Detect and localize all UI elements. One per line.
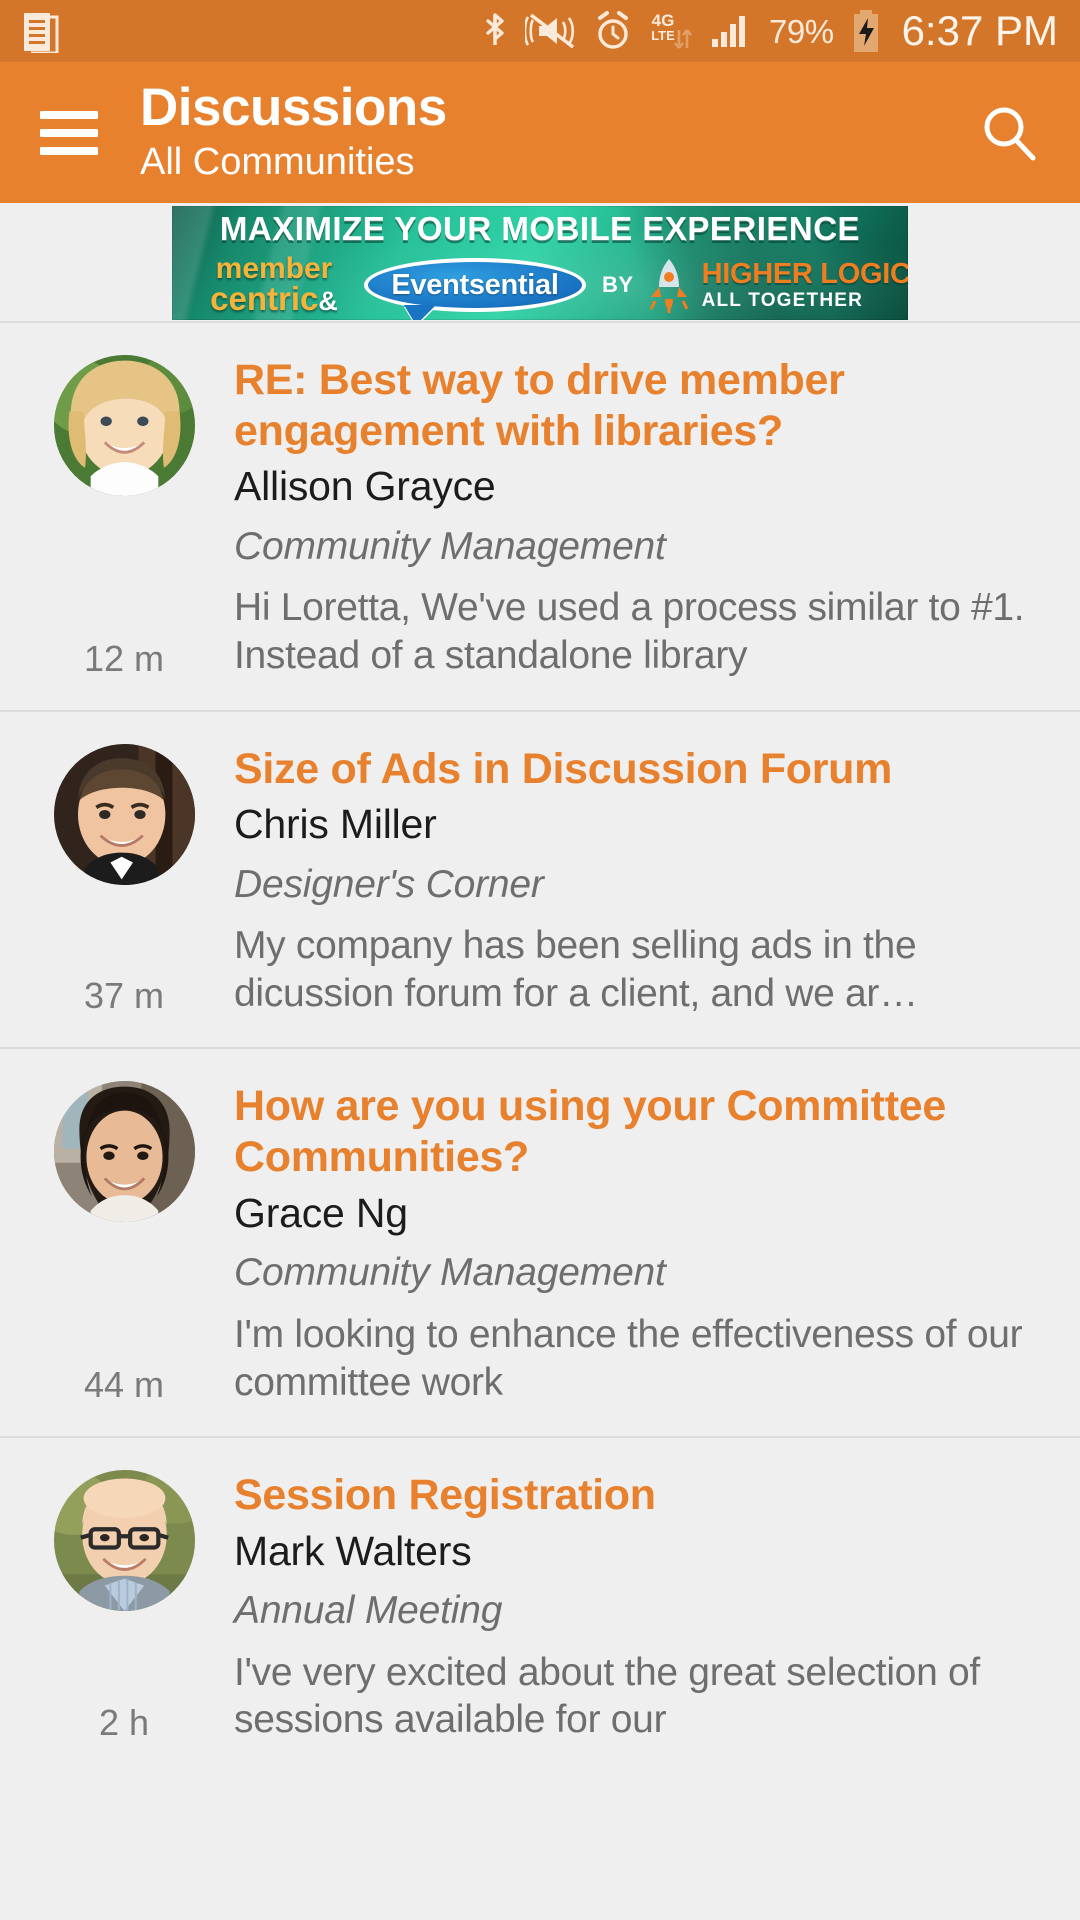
ad-brand-label: HIGHER LOGIC xyxy=(701,258,908,290)
discussion-snippet: I've very excited about the great select… xyxy=(234,1650,980,1742)
row-content: Session Registration Mark Walters Annual… xyxy=(212,1470,1044,1744)
row-left-column: 12 m xyxy=(36,355,212,680)
avatar xyxy=(53,1081,195,1223)
rocket-icon xyxy=(646,257,692,313)
discussion-title[interactable]: Size of Ads in Discussion Forum xyxy=(234,744,1044,795)
ad-brand-logo: HIGHER LOGIC ALL TOGETHER xyxy=(701,258,908,311)
ad-member-label: member xyxy=(215,251,333,285)
discussion-author: Allison Grayce xyxy=(234,463,496,510)
ad-tagline-label: ALL TOGETHER xyxy=(701,290,864,311)
timestamp: 44 m xyxy=(83,1364,165,1406)
battery-charging-icon xyxy=(853,10,878,52)
mute-vibrate-icon xyxy=(525,13,575,49)
row-content: RE: Best way to drive member engagement … xyxy=(212,355,1044,680)
signal-bars-icon xyxy=(712,16,746,47)
discussion-snippet: Hi Loretta, We've used a process similar… xyxy=(234,586,1025,678)
discussion-community: Community Management xyxy=(234,1251,666,1295)
table-row[interactable]: 2 h Session Registration Mark Walters An… xyxy=(0,1436,1080,1774)
ad-headline: MAXIMIZE YOUR MOBILE EXPERIENCE xyxy=(219,210,861,247)
search-icon[interactable] xyxy=(972,96,1046,170)
ad-product-bubble: Eventsential xyxy=(364,258,586,312)
table-row[interactable]: 12 m RE: Best way to drive member engage… xyxy=(0,321,1080,710)
discussion-author: Grace Ng xyxy=(234,1189,408,1236)
status-bar-indicators: 4G LTE 79% 6:37 PM xyxy=(480,8,1058,54)
avatar xyxy=(53,1470,195,1612)
discussion-list: 12 m RE: Best way to drive member engage… xyxy=(0,321,1080,1774)
app-bar-titles: Discussions All Communities xyxy=(140,78,447,185)
discussion-author: Chris Miller xyxy=(234,801,437,848)
discussion-community: Community Management xyxy=(234,524,666,568)
battery-percent-label: 79% xyxy=(769,12,834,50)
ad-banner[interactable]: MAXIMIZE YOUR MOBILE EXPERIENCE member c… xyxy=(172,206,908,320)
timestamp: 12 m xyxy=(83,637,165,679)
status-bar-notifications xyxy=(22,9,60,53)
timestamp: 37 m xyxy=(83,975,165,1017)
ad-member-centric: member centric& xyxy=(172,251,368,318)
table-row[interactable]: 44 m How are you using your Committee Co… xyxy=(0,1047,1080,1437)
page-title: Discussions xyxy=(140,78,447,137)
status-bar: 4G LTE 79% 6:37 PM xyxy=(0,0,1080,62)
discussion-author: Mark Walters xyxy=(234,1527,472,1574)
app-bar: Discussions All Communities xyxy=(0,62,1080,203)
discussion-community: Designer's Corner xyxy=(234,862,544,906)
avatar xyxy=(53,743,195,885)
page-subtitle: All Communities xyxy=(140,141,415,184)
ad-banner-container: MAXIMIZE YOUR MOBILE EXPERIENCE member c… xyxy=(0,203,1080,321)
row-left-column: 37 m xyxy=(36,743,212,1018)
document-icon xyxy=(24,13,59,53)
ad-centric-label: centric xyxy=(210,280,319,318)
discussion-snippet: My company has been selling ads in the d… xyxy=(234,924,918,1015)
clock-label: 6:37 PM xyxy=(901,7,1058,54)
discussion-title[interactable]: RE: Best way to drive member engagement … xyxy=(234,355,1044,456)
hamburger-menu-icon[interactable] xyxy=(40,110,98,155)
avatar xyxy=(53,355,195,496)
alarm-icon xyxy=(598,11,629,49)
table-row[interactable]: 37 m Size of Ads in Discussion Forum Chr… xyxy=(0,709,1080,1048)
row-content: Size of Ads in Discussion Forum Chris Mi… xyxy=(212,744,1044,1018)
discussion-title[interactable]: Session Registration xyxy=(234,1470,1044,1521)
timestamp: 2 h xyxy=(98,1701,150,1743)
ad-product-label: Eventsential xyxy=(391,268,559,301)
discussion-snippet: I'm looking to enhance the effectiveness… xyxy=(234,1312,1023,1404)
row-left-column: 2 h xyxy=(36,1470,212,1744)
ad-body: member centric& Eventsential BY HIGHER L… xyxy=(172,250,908,320)
ad-ampersand: & xyxy=(318,286,338,317)
row-left-column: 44 m xyxy=(36,1081,212,1406)
4g-lte-icon: 4G LTE xyxy=(651,11,693,49)
svg-text:LTE: LTE xyxy=(651,28,675,43)
ad-by-label: BY xyxy=(602,272,634,297)
discussion-title[interactable]: How are you using your Committee Communi… xyxy=(234,1081,1044,1182)
row-content: How are you using your Committee Communi… xyxy=(212,1081,1044,1406)
bluetooth-icon xyxy=(486,13,504,45)
discussion-community: Annual Meeting xyxy=(234,1589,503,1633)
